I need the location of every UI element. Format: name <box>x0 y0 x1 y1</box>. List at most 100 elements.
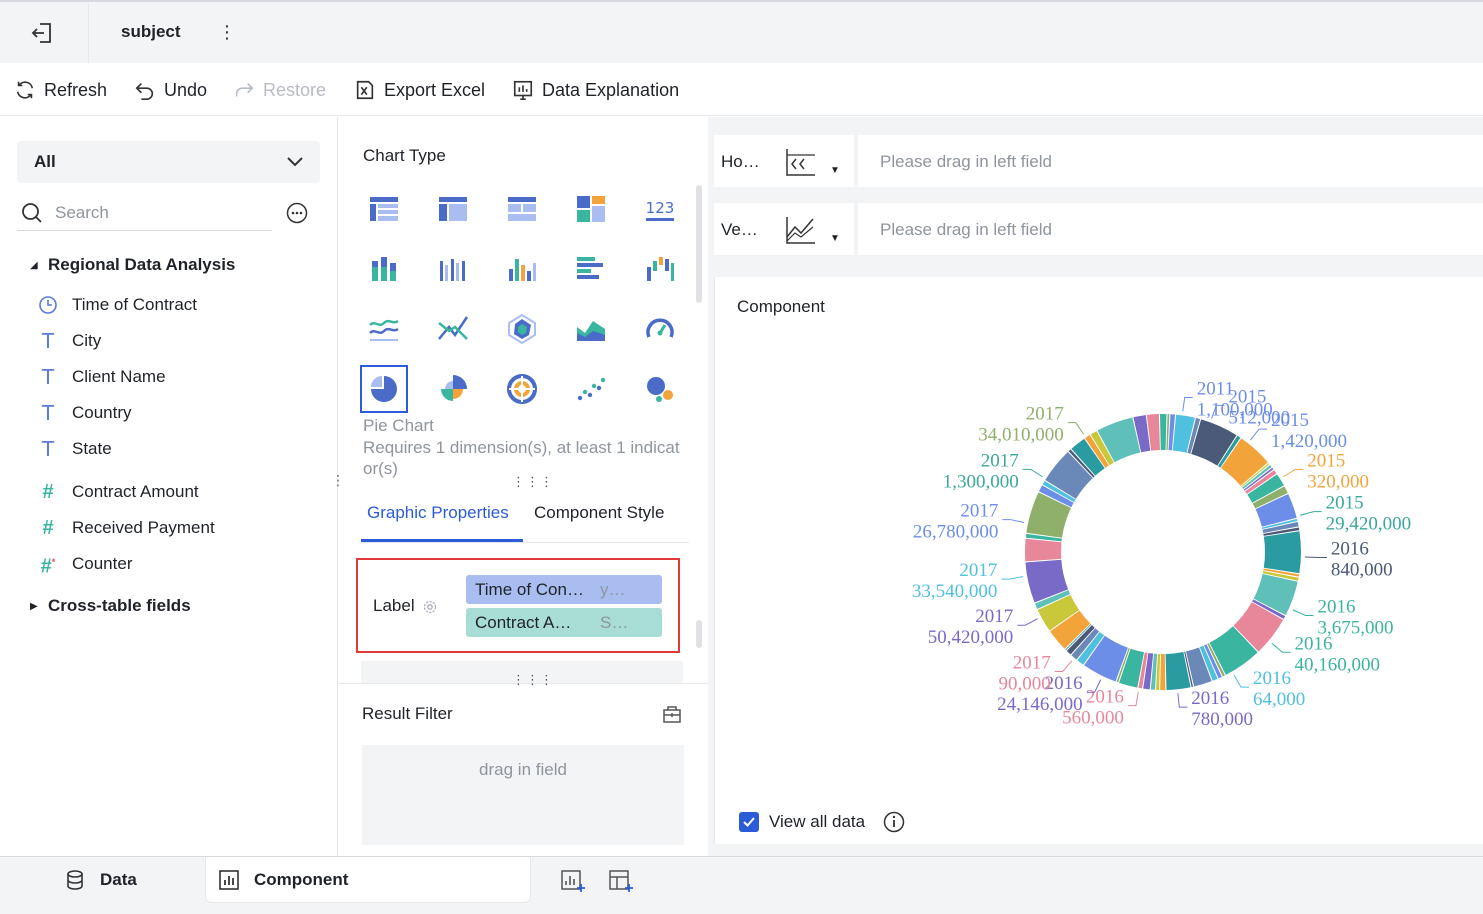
pie-slice[interactable] <box>1263 531 1301 574</box>
horizontal-axis-title: Ho… <box>721 152 760 171</box>
chart-type-pie[interactable] <box>360 365 408 413</box>
filter-settings-icon[interactable] <box>662 704 682 724</box>
chart-type-title: Chart Type <box>363 146 446 165</box>
tree-group-cross-table[interactable]: ▶ Cross-table fields <box>30 594 191 618</box>
chart-type-multi-line[interactable] <box>429 305 477 353</box>
chart-type-multi-pie[interactable] <box>498 365 546 413</box>
data-explanation-icon <box>513 80 533 100</box>
field-item[interactable]: Time of Contract <box>36 293 197 317</box>
gear-icon[interactable] <box>422 599 438 615</box>
add-dashboard-icon[interactable] <box>608 868 634 894</box>
pie-slice[interactable] <box>1084 635 1128 682</box>
chart-type-scrollbar[interactable] <box>696 185 702 303</box>
calculated-number-icon: #* <box>40 555 56 578</box>
field-item[interactable]: T City <box>36 329 101 353</box>
field-label: Country <box>72 403 132 422</box>
field-label: State <box>72 439 112 458</box>
chart-type-line[interactable] <box>360 305 408 353</box>
chart-requirement: Requires 1 dimension(s), at least 1 indi… <box>363 438 680 478</box>
chart-type-kpi-card[interactable] <box>567 185 615 233</box>
exit-icon[interactable] <box>30 22 54 44</box>
more-vertical-icon[interactable]: ⋮ <box>218 20 236 44</box>
vertical-axis-dropzone[interactable]: Please drag in left field <box>858 203 1483 255</box>
restore-button[interactable]: Restore <box>233 78 326 102</box>
field-item[interactable]: # Contract Amount <box>36 480 198 504</box>
refresh-button[interactable]: Refresh <box>14 78 107 102</box>
chart-type-gauge[interactable] <box>636 305 684 353</box>
tab-data[interactable]: Data <box>64 857 137 903</box>
chart-type-radar[interactable] <box>498 305 546 353</box>
chart-type-area[interactable] <box>567 305 615 353</box>
chart-type-table[interactable] <box>360 185 408 233</box>
chart-type-number[interactable]: 123 <box>636 185 684 233</box>
top-bar: subject ⋮ <box>0 0 1483 63</box>
properties-scrollbar[interactable] <box>696 620 702 648</box>
page-title: subject <box>121 22 181 41</box>
label-field-pill[interactable]: Time of Con… y… <box>466 575 662 604</box>
export-excel-button[interactable]: Export Excel <box>354 78 485 102</box>
pie-slice[interactable] <box>1159 414 1167 451</box>
dropzone-hint: Please drag in left field <box>880 152 1052 171</box>
horizontal-axis-label[interactable]: Ho… ▼ <box>714 135 854 187</box>
horizontal-axis-dropzone[interactable]: Please drag in left field <box>858 135 1483 187</box>
data-explanation-button[interactable]: Data Explanation <box>512 78 679 102</box>
result-filter-dropzone[interactable]: drag in field <box>362 745 684 845</box>
view-all-data[interactable]: View all data <box>739 811 905 833</box>
data-explanation-label: Data Explanation <box>542 79 680 100</box>
field-item[interactable]: #* Counter <box>36 552 133 578</box>
field-item[interactable]: T State <box>36 437 112 461</box>
tab-component-style[interactable]: Component Style <box>534 503 664 523</box>
pie-slice[interactable] <box>1165 651 1191 690</box>
export-excel-label: Export Excel <box>384 79 486 100</box>
label-field-name: Time of Con… <box>475 580 584 599</box>
data-label-value: 1,300,000 <box>943 471 1019 492</box>
text-type-icon: T <box>41 329 55 353</box>
pie-slice[interactable] <box>1025 538 1062 562</box>
data-label-year: 2016 <box>1331 538 1369 559</box>
section-resize-handle[interactable]: ⋮⋮⋮ <box>512 475 553 491</box>
column-chart-icon <box>509 259 536 281</box>
tab-component[interactable]: Component <box>205 857 531 903</box>
add-component-icon[interactable] <box>560 868 586 894</box>
data-label-year: 2017 <box>960 501 998 522</box>
caret-down-icon: ▼ <box>830 165 840 176</box>
component-title: Component <box>737 297 825 316</box>
divider <box>88 4 89 63</box>
cross-table-icon <box>439 197 467 221</box>
search-input[interactable] <box>55 201 265 225</box>
field-item[interactable]: # Received Payment <box>36 516 214 540</box>
chart-type-column[interactable] <box>498 245 546 293</box>
info-icon[interactable] <box>883 811 905 833</box>
table-select[interactable]: All <box>17 141 320 183</box>
chart-type-bubble[interactable] <box>636 365 684 413</box>
undo-button[interactable]: Undo <box>134 78 207 102</box>
label-field-pill[interactable]: Contract A… S… <box>466 608 662 637</box>
more-options-icon[interactable] <box>286 202 308 224</box>
chart-type-scatter[interactable] <box>567 365 615 413</box>
waterfall-icon <box>647 257 674 281</box>
tree-group-regional[interactable]: ◢ Regional Data Analysis <box>30 253 235 277</box>
chart-type-waterfall[interactable] <box>636 245 684 293</box>
chart-type-grouped-column[interactable] <box>429 245 477 293</box>
chart-type-rose[interactable] <box>429 365 477 413</box>
chart-type-bar[interactable] <box>567 245 615 293</box>
database-icon <box>67 870 83 890</box>
chart-type-stacked-column[interactable] <box>360 245 408 293</box>
caret-down-icon: ◢ <box>30 259 38 271</box>
tab-graphic-properties[interactable]: Graphic Properties <box>367 503 509 523</box>
pie-slice[interactable] <box>1160 653 1166 690</box>
horizontal-axis-row: Ho… ▼ Please drag in left field <box>714 135 1483 187</box>
donut-chart[interactable]: 20111,100,0002015512,00020151,420,000201… <box>715 277 1483 844</box>
data-label-value: 1,420,000 <box>1271 431 1347 452</box>
chart-type-detail-table[interactable] <box>498 185 546 233</box>
field-item[interactable]: T Country <box>36 401 132 425</box>
checkbox-checked[interactable] <box>739 812 759 832</box>
vertical-axis-label[interactable]: Ve… ▼ <box>714 203 854 255</box>
radar-icon <box>508 313 536 345</box>
dropzone-hint: Please drag in left field <box>880 220 1052 239</box>
data-label-year: 2016 <box>1191 688 1229 709</box>
field-item[interactable]: T Client Name <box>36 365 166 389</box>
section-resize-handle[interactable]: ⋮⋮⋮ <box>512 673 553 689</box>
data-label-value: 34,010,000 <box>978 425 1064 446</box>
chart-type-cross-table[interactable] <box>429 185 477 233</box>
